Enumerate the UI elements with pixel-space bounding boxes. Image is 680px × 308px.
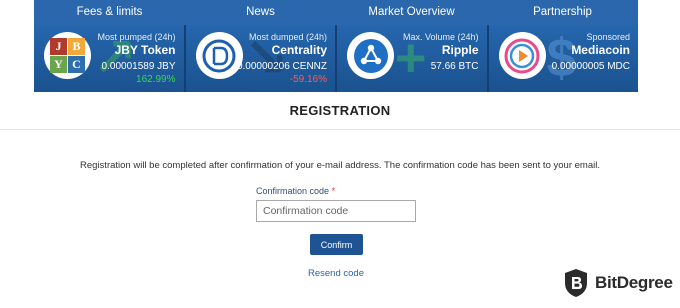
card-most-pumped[interactable]: ↗ J B Y C Most pumped (24h) JBY Token 0.… xyxy=(34,25,184,92)
ripple-logo-icon xyxy=(347,32,394,79)
page-title: REGISTRATION xyxy=(289,103,391,118)
card-heading: Most dumped (24h) xyxy=(248,32,327,42)
label-text: Confirmation code xyxy=(256,186,330,196)
coin-price: 0.00000206 CENNZ xyxy=(236,61,327,72)
registration-message: Registration will be completed after con… xyxy=(80,160,600,171)
watermark-text: BitDegree xyxy=(595,273,673,292)
market-cards: ↗ J B Y C Most pumped (24h) JBY Token 0.… xyxy=(34,25,638,92)
required-marker: * xyxy=(331,186,336,196)
market-header: Fees & limits News Market Overview Partn… xyxy=(34,0,638,92)
card-heading: Most pumped (24h) xyxy=(97,32,176,42)
mediacoin-logo-icon xyxy=(498,32,546,79)
coin-change: 162.99% xyxy=(136,74,176,85)
title-divider xyxy=(0,129,680,130)
jby-logo-icon: J B Y C xyxy=(44,32,91,79)
logo-letter: Y xyxy=(50,56,67,73)
coin-name: Ripple xyxy=(441,43,479,57)
coin-change: -59.16% xyxy=(289,74,327,85)
coin-price: 0.00000005 MDC xyxy=(551,61,630,72)
coin-price: 0.00001589 JBY xyxy=(101,61,176,72)
card-heading: Sponsored xyxy=(586,32,630,42)
nav-market-overview[interactable]: Market Overview xyxy=(336,0,487,25)
logo-letter: C xyxy=(68,56,85,73)
nav-news[interactable]: News xyxy=(185,0,336,25)
bitdegree-shield-icon xyxy=(565,269,587,297)
coin-name: Centrality xyxy=(271,43,327,57)
coin-price: 57.66 BTC xyxy=(430,61,479,72)
card-sponsored[interactable]: $ Sponsored Mediacoin 0.00000005 MDC xyxy=(486,25,638,92)
card-heading: Max. Volume (24h) xyxy=(402,32,479,42)
top-nav: Fees & limits News Market Overview Partn… xyxy=(34,0,638,25)
confirmation-code-label: Confirmation code * xyxy=(256,186,335,196)
logo-letter: J xyxy=(50,38,67,55)
logo-letter: B xyxy=(68,38,85,55)
coin-name: JBY Token xyxy=(114,43,176,57)
confirm-button[interactable]: Confirm xyxy=(310,234,363,255)
centrality-logo-icon xyxy=(195,32,243,79)
confirmation-code-input[interactable] xyxy=(256,200,416,222)
card-most-dumped[interactable]: ↘ Most dumped (24h) Centrality 0.0000020… xyxy=(183,25,335,92)
coin-name: Mediacoin xyxy=(571,43,630,57)
nav-fees-limits[interactable]: Fees & limits xyxy=(34,0,185,25)
bitdegree-watermark: BitDegree xyxy=(563,268,673,298)
dollar-icon: $ xyxy=(546,28,577,88)
nav-partnership[interactable]: Partnership xyxy=(487,0,638,25)
card-max-volume[interactable]: + Max. Volume (24h) Ripple 57.66 BTC xyxy=(335,25,487,92)
